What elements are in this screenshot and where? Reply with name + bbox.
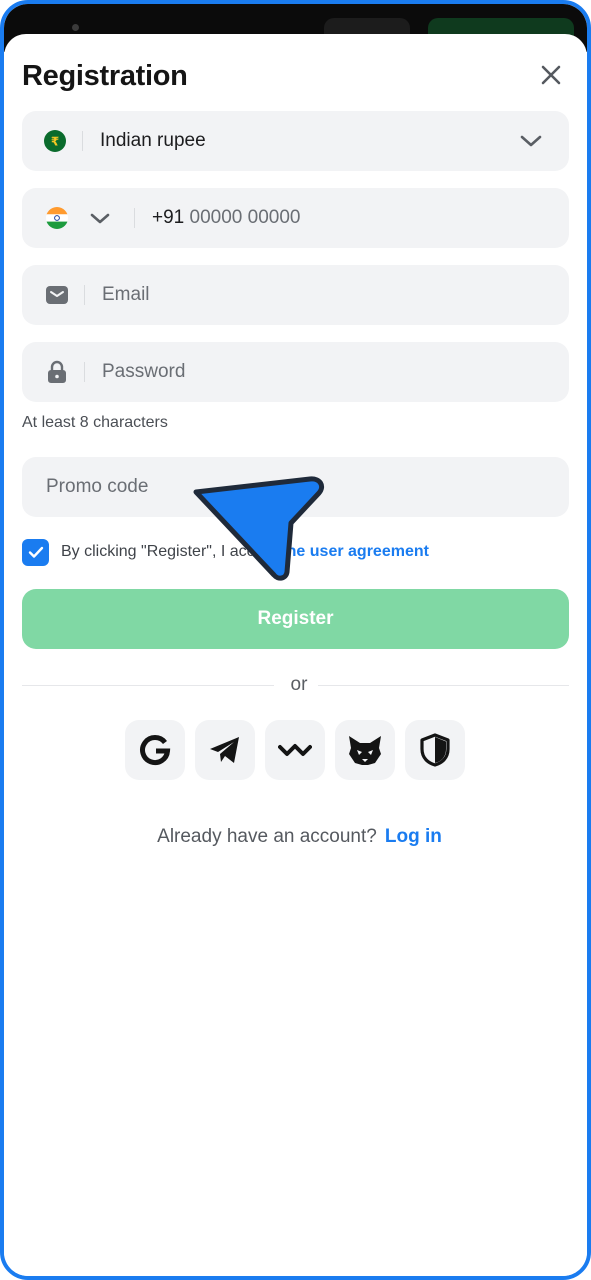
camera-dot (72, 24, 79, 31)
agreement-checkbox[interactable] (22, 539, 49, 566)
svg-text:₹: ₹ (51, 135, 59, 149)
phone-field[interactable]: +91 00000 00000 (22, 188, 569, 248)
promo-code-placeholder: Promo code (46, 476, 149, 497)
chevron-down-icon (520, 135, 542, 147)
walletconnect-icon (278, 744, 312, 756)
telegram-icon (210, 737, 239, 763)
google-login-button[interactable] (125, 720, 185, 780)
shield-icon (420, 733, 450, 767)
login-prompt: Already have an account? Log in (4, 826, 587, 848)
lock-icon (48, 360, 66, 383)
metamask-login-button[interactable] (335, 720, 395, 780)
phone-frame: Registration ₹ Indian rupee +91 00000 00… (0, 0, 591, 1280)
currency-value: Indian rupee (100, 130, 206, 151)
email-field[interactable]: Email (22, 265, 569, 325)
field-separator (134, 208, 135, 228)
envelope-icon (46, 286, 68, 304)
register-button[interactable]: Register (22, 589, 569, 649)
password-placeholder: Password (102, 361, 186, 382)
google-icon (140, 735, 171, 765)
currency-select[interactable]: ₹ Indian rupee (22, 111, 569, 171)
field-separator (84, 362, 85, 382)
login-prompt-text: Already have an account? (157, 826, 377, 847)
country-code-dropdown[interactable] (90, 188, 110, 248)
divider-line (22, 685, 274, 686)
phone-placeholder: 00000 00000 (189, 207, 301, 228)
close-button[interactable] (536, 60, 566, 90)
password-field[interactable]: Password (22, 342, 569, 402)
login-link[interactable]: Log in (385, 826, 442, 847)
close-icon (541, 65, 561, 85)
pointer-cursor-icon (193, 476, 325, 581)
checkmark-icon (28, 546, 43, 558)
password-hint: At least 8 characters (22, 414, 168, 431)
registration-sheet: Registration ₹ Indian rupee +91 00000 00… (4, 34, 587, 1276)
rupee-coin-icon: ₹ (44, 130, 66, 152)
page-title: Registration (22, 60, 188, 92)
divider-label: or (290, 674, 308, 695)
india-flag-icon (46, 207, 68, 229)
metamask-fox-icon (349, 736, 381, 765)
phone-prefix: +91 (152, 207, 185, 228)
field-separator (84, 285, 85, 305)
divider-line (318, 685, 569, 686)
walletconnect-login-button[interactable] (265, 720, 325, 780)
security-login-button[interactable] (405, 720, 465, 780)
chevron-down-icon (90, 213, 110, 223)
email-placeholder: Email (102, 284, 150, 305)
field-separator (82, 131, 83, 151)
telegram-login-button[interactable] (195, 720, 255, 780)
